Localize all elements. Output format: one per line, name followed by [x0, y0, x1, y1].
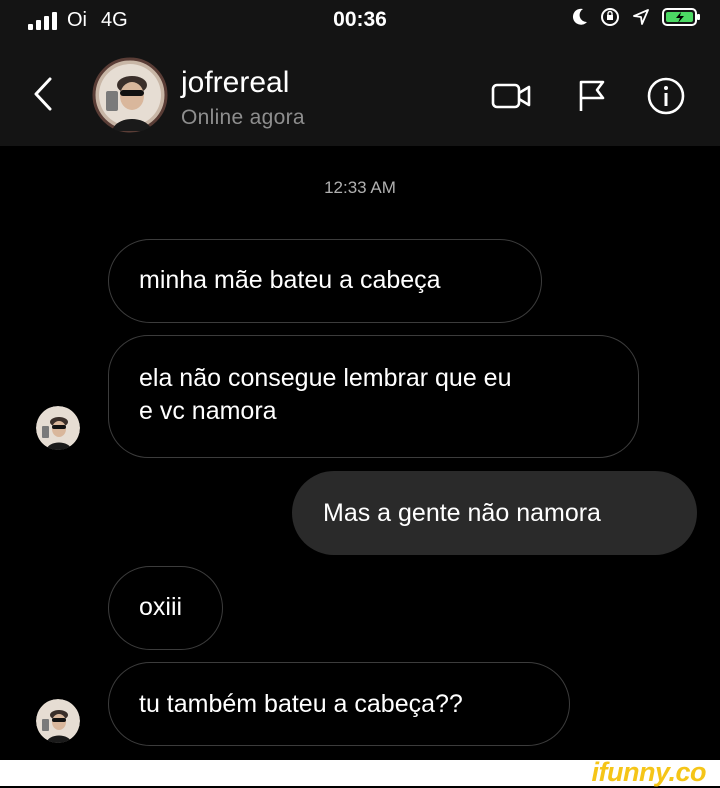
message-text: e vc namora: [139, 397, 277, 425]
moon-icon: [572, 8, 587, 25]
battery-icon: [662, 8, 700, 26]
message-text: minha mãe bateu a cabeça: [139, 266, 441, 294]
message-bubble-outgoing[interactable]: Mas a gente não namora: [292, 471, 697, 555]
status-bar: Oi 4G 00:36: [0, 0, 720, 40]
orientation-lock-icon: [601, 8, 619, 26]
info-button[interactable]: [644, 74, 688, 118]
video-call-button[interactable]: [490, 74, 534, 118]
message-text: tu também bateu a cabeça??: [139, 690, 463, 718]
report-button[interactable]: [570, 74, 614, 118]
info-icon: [647, 77, 685, 115]
location-arrow-icon: [633, 9, 649, 25]
message-timestamp: 12:33 AM: [324, 178, 396, 197]
chat-header: jofrereal Online agora: [0, 40, 720, 146]
message-text: Mas a gente não namora: [323, 499, 601, 527]
message-text: ela não consegue lembrar que eu: [139, 364, 512, 392]
message-bubble-incoming[interactable]: tu também bateu a cabeça??: [108, 662, 570, 746]
message-bubble-incoming[interactable]: ela não consegue lembrar que eu e vc nam…: [108, 335, 639, 458]
contact-status: Online agora: [181, 106, 305, 129]
avatar[interactable]: [36, 406, 80, 450]
watermark-logo: ifunny.co: [591, 757, 707, 787]
contact-name[interactable]: jofrereal: [181, 66, 289, 100]
message-bubble-incoming[interactable]: minha mãe bateu a cabeça: [108, 239, 542, 323]
status-right: [572, 7, 702, 27]
flag-icon: [579, 80, 605, 111]
avatar[interactable]: [92, 57, 168, 133]
message-text: oxiii: [139, 593, 183, 621]
message-bubble-incoming[interactable]: oxiii: [108, 566, 223, 650]
avatar[interactable]: [36, 699, 80, 743]
video-camera-icon: [491, 83, 531, 109]
back-chevron-icon[interactable]: [30, 76, 58, 112]
